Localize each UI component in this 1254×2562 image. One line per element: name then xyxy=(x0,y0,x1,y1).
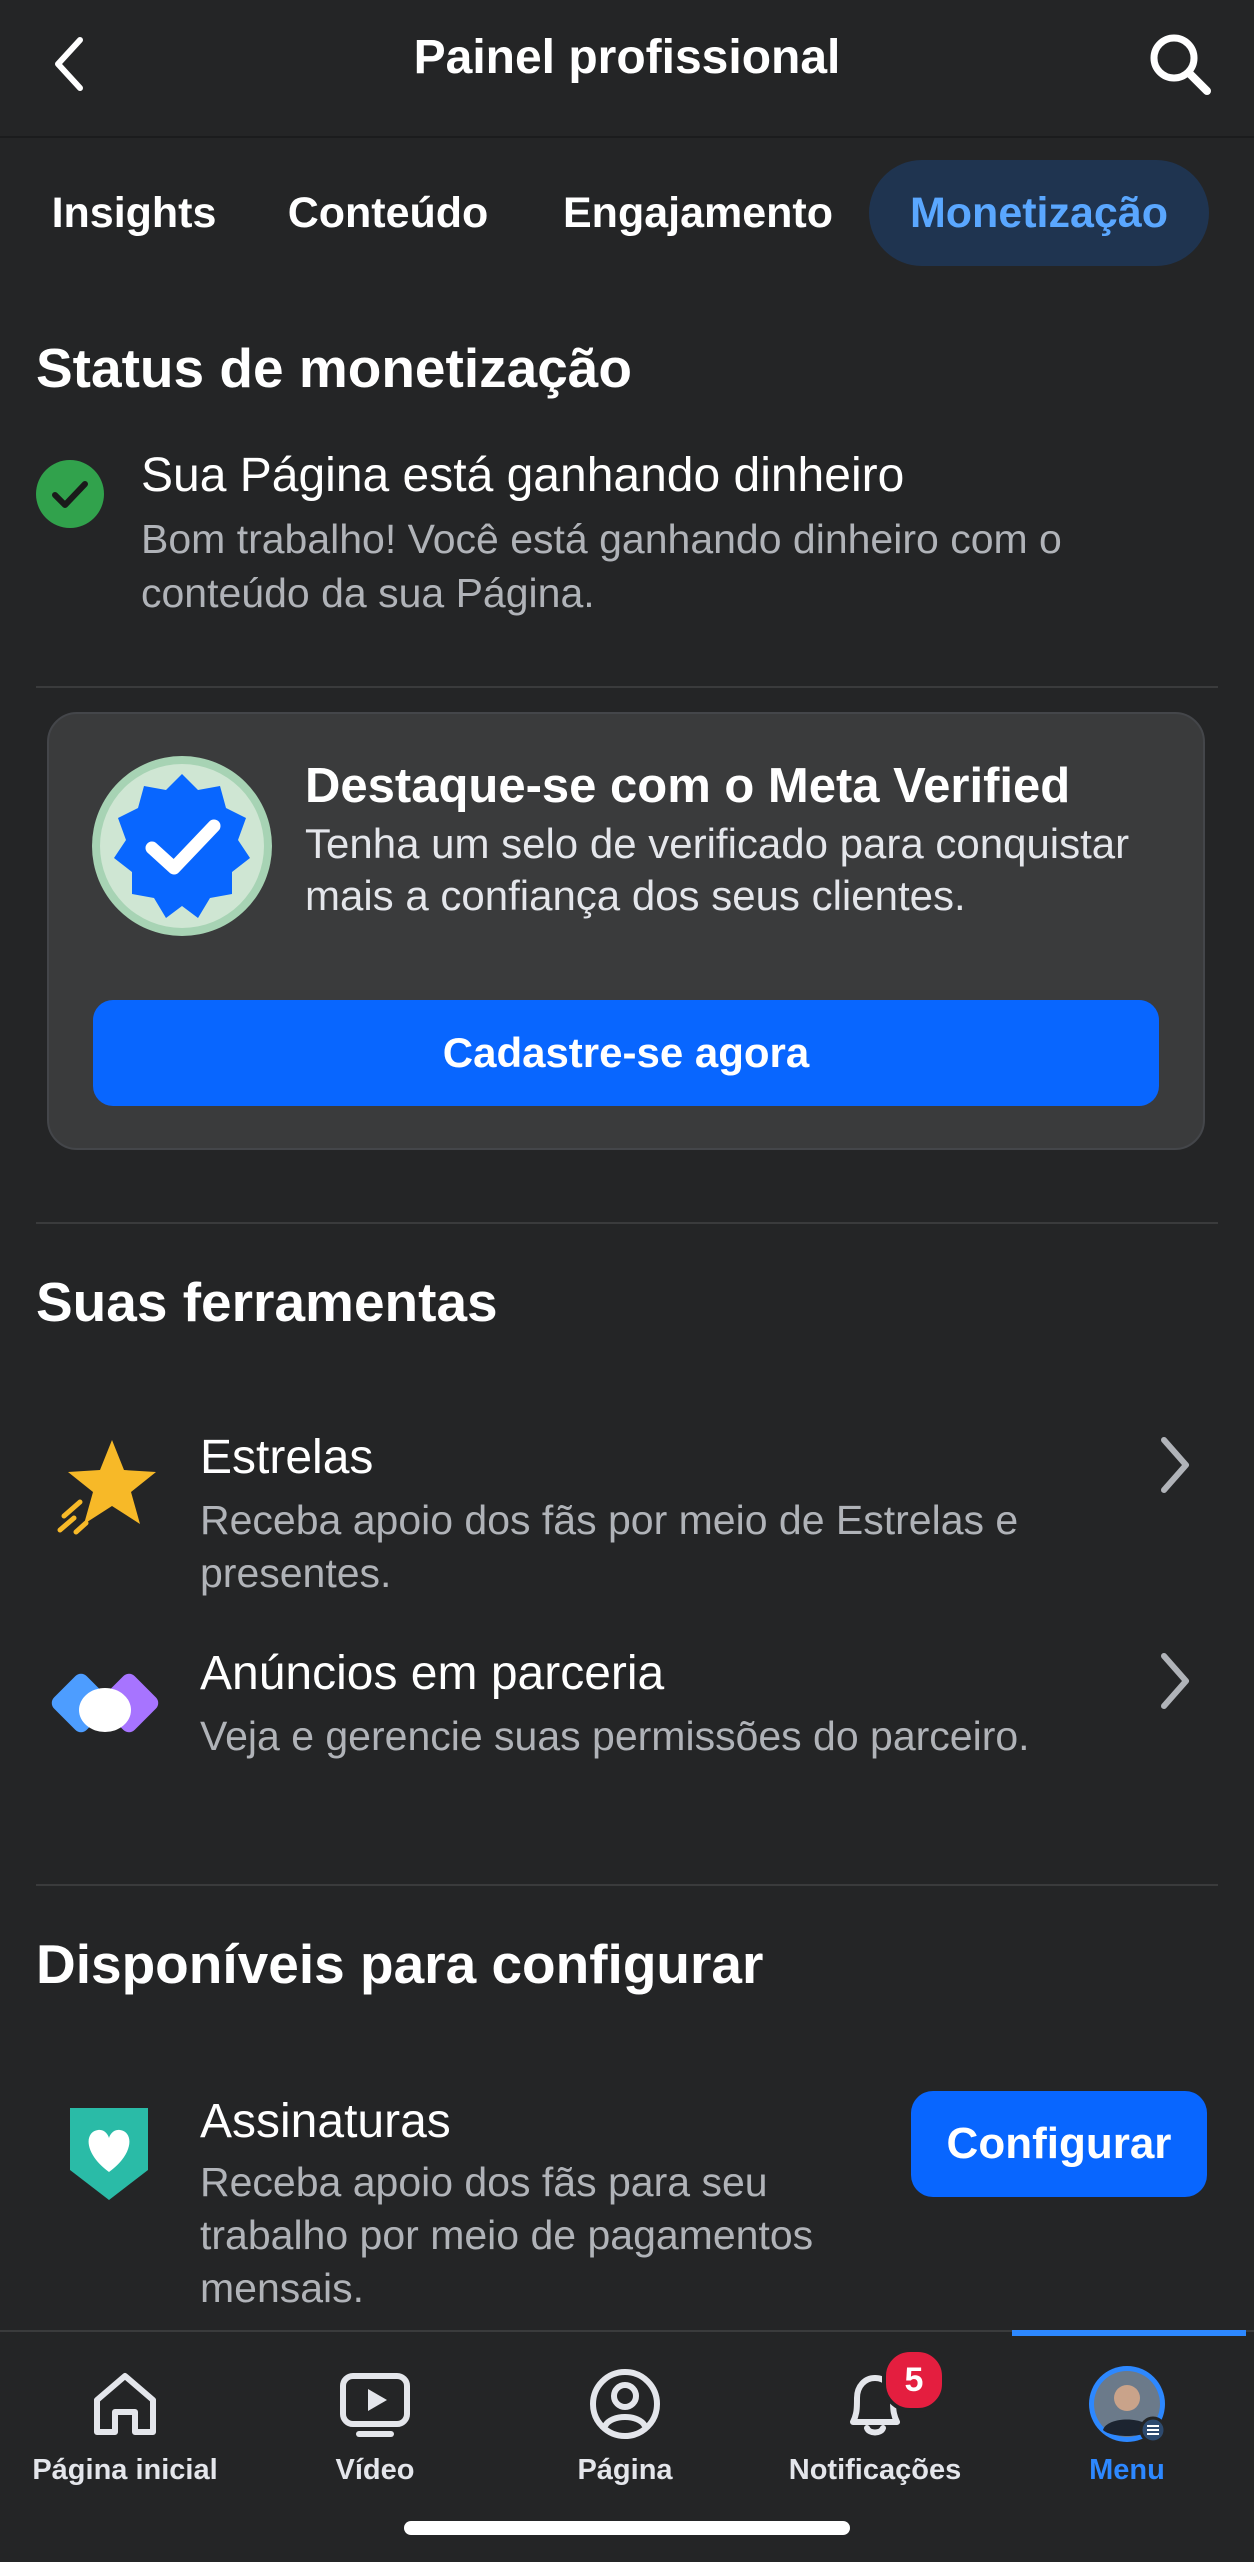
tool-description: Receba apoio dos fãs por meio de Estrela… xyxy=(200,1497,1019,1596)
star-icon xyxy=(50,1432,160,1542)
meta-verified-title: Destaque-se com o Meta Verified xyxy=(305,759,1071,813)
meta-verified-body: Tenha um selo de verificado para conquis… xyxy=(305,820,1130,919)
active-tab-indicator xyxy=(1012,2330,1246,2336)
home-icon xyxy=(85,2364,165,2444)
nav-video[interactable]: Vídeo xyxy=(250,2350,500,2500)
available-section-title: Disponíveis para configurar xyxy=(36,1933,764,1995)
tool-title: Estrelas xyxy=(200,1431,374,1484)
tab-conteudo[interactable]: Conteúdo xyxy=(266,160,510,266)
nav-home[interactable]: Página inicial xyxy=(0,2350,250,2500)
configure-button[interactable]: Configurar xyxy=(911,2091,1207,2197)
video-icon xyxy=(335,2364,415,2444)
heart-shield-icon xyxy=(54,2096,164,2206)
chevron-right-icon xyxy=(1150,1646,1200,1716)
chevron-right-icon xyxy=(1150,1430,1200,1500)
home-indicator xyxy=(404,2521,850,2535)
status-section-title: Status de monetização xyxy=(36,337,632,399)
status-description: Bom trabalho! Você está ganhando dinheir… xyxy=(141,516,1062,616)
divider xyxy=(36,686,1218,688)
signup-now-button[interactable]: Cadastre-se agora xyxy=(93,1000,1159,1106)
tools-section-title: Suas ferramentas xyxy=(36,1271,498,1333)
nav-label: Menu xyxy=(1089,2454,1165,2486)
page-title: Painel profissional xyxy=(413,31,841,84)
tool-title: Anúncios em parceria xyxy=(200,1647,665,1700)
divider xyxy=(36,1222,1218,1224)
check-circle-icon xyxy=(36,460,104,528)
nav-page[interactable]: Página xyxy=(500,2350,750,2500)
avatar xyxy=(1087,2364,1167,2444)
tab-monetizacao[interactable]: Monetização xyxy=(869,160,1209,266)
nav-label: Vídeo xyxy=(335,2454,415,2486)
nav-notifications[interactable]: Notificações xyxy=(750,2350,1000,2500)
status-text: Sua Página está ganhando dinheiro xyxy=(141,449,905,502)
subscription-description: Receba apoio dos fãs para seu trabalho p… xyxy=(200,2159,814,2311)
verified-badge-icon xyxy=(92,756,272,936)
nav-label: Página xyxy=(577,2454,673,2486)
subscription-title: Assinaturas xyxy=(200,2095,451,2148)
nav-label: Notificações xyxy=(788,2454,962,2486)
tab-bar: Insights Conteúdo Engajamento Monetizaçã… xyxy=(0,160,1254,266)
search-icon[interactable] xyxy=(1140,24,1220,104)
nav-label: Página inicial xyxy=(32,2454,218,2486)
notification-badge: 5 xyxy=(882,2348,946,2412)
profile-icon xyxy=(585,2364,665,2444)
tab-insights[interactable]: Insights xyxy=(34,160,234,266)
divider xyxy=(36,1884,1218,1886)
nav-menu[interactable]: Menu xyxy=(1002,2350,1252,2500)
tool-description: Veja e gerencie suas permissões do parce… xyxy=(200,1713,1030,1759)
tab-engajamento[interactable]: Engajamento xyxy=(548,160,848,266)
handshake-icon xyxy=(50,1650,160,1760)
